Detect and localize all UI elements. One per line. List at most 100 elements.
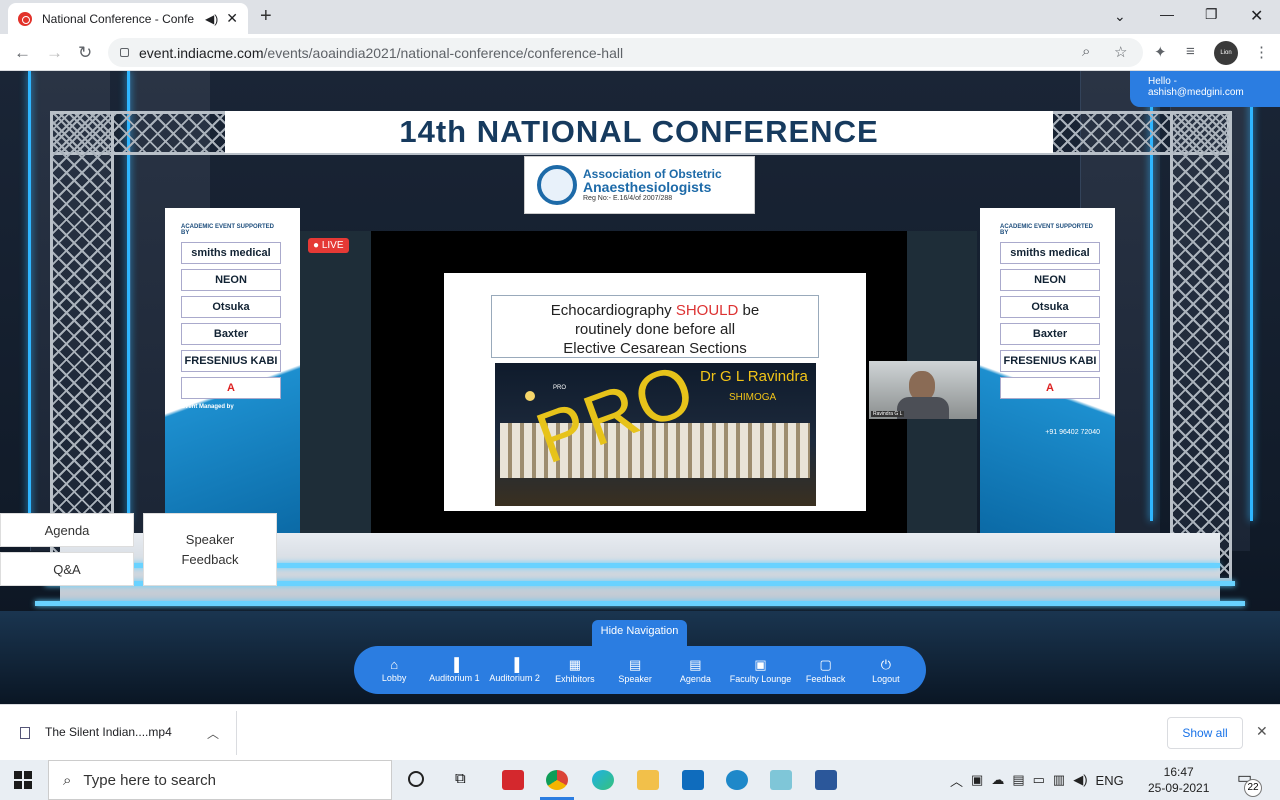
user-email: ashish@medgini.com [1148,87,1244,98]
sponsor-neon: NEON [1000,269,1100,291]
agenda-button[interactable]: Agenda [0,513,134,547]
zoom-icon[interactable]: ⌕ [1082,43,1090,60]
sponsor-baxter: Baxter [1000,323,1100,345]
search-icon: ⌕ [63,771,72,789]
onedrive-icon[interactable]: ☁ [991,772,1004,788]
tab-title: National Conference - Confe [42,11,195,26]
exhibitors-icon: ▦ [568,656,582,672]
stage-screen: ● LIVE Echocardiography SHOULD be routin… [300,231,977,533]
notification-count: 22 [1244,779,1262,797]
power-icon: ⏻ [880,656,891,672]
close-tab-icon[interactable]: ✕ [226,10,238,27]
bookmark-star-icon[interactable]: ☆ [1114,43,1127,61]
taskbar-search-box[interactable]: ⌕ Type here to search [48,760,392,800]
sponsor-neon: NEON [181,269,281,291]
hide-navigation-button[interactable]: Hide Navigation [592,620,687,646]
video-player[interactable]: Echocardiography SHOULD be routinely don… [371,231,977,533]
word-icon[interactable] [815,770,837,790]
show-all-button[interactable]: Show all [1167,717,1243,749]
nav-auditorium-2[interactable]: ▐ Auditorium 2 [485,657,545,683]
nav-exhibitors[interactable]: ▦ Exhibitors [545,657,605,684]
clock-time: 16:47 [1163,765,1194,779]
sponsor-header: ACADEMIC EVENT SUPPORTED BY [1000,224,1094,236]
sponsor-otsuka: Otsuka [181,296,281,318]
menu-icon[interactable]: ⋮ [1254,43,1269,61]
clock[interactable]: 16:47 25-09-2021 [1148,764,1209,796]
file-icon [20,726,30,739]
nav-label: Lobby [381,673,407,683]
download-item[interactable]: The Silent Indian....mp4 [20,725,172,739]
reload-icon[interactable]: ↻ [78,43,92,63]
tray-app-icon[interactable]: ▤ [1012,772,1024,788]
nav-label: Logout [872,673,900,684]
extensions-icon[interactable]: ✦ [1154,43,1167,61]
new-tab-button[interactable]: + [260,5,272,28]
edge-icon[interactable] [592,770,614,790]
nav-label: Agenda [679,673,711,684]
nav-speaker[interactable]: ▤ Speaker [605,657,665,684]
nav-label: Auditorium 1 [429,673,480,683]
close-icon[interactable]: ✕ [1256,723,1268,740]
auditorium-icon: ▐ [510,657,520,672]
nav-logout[interactable]: ⏻ Logout [856,657,916,684]
slide-line2: routinely done before all [574,321,736,338]
reading-list-icon[interactable]: ≡ [1186,43,1195,60]
light-strip [28,71,31,521]
task-view-icon[interactable]: ⧉ [455,770,466,787]
system-tray: ︿ ▣ ☁ ▤ ▭ ▥ ◀) ENG [950,760,1124,800]
volume-icon[interactable]: ◀) [1073,772,1087,788]
stage-step-light [35,601,1245,606]
speaker-feedback-button[interactable]: Speaker Feedback [143,513,277,586]
cortana-icon[interactable] [408,771,424,787]
app-icon[interactable] [770,770,792,790]
close-window-icon[interactable]: ✕ [1250,6,1263,26]
back-icon[interactable]: ← [14,43,31,63]
nav-auditorium-1[interactable]: ▐ Auditorium 1 [424,657,484,683]
document-icon: ▤ [689,656,702,672]
tray-app-icon[interactable]: ▣ [971,772,983,788]
minimize-icon[interactable]: — [1160,6,1174,22]
nav-faculty-lounge[interactable]: ▣ Faculty Lounge [726,657,796,684]
language-indicator[interactable]: ENG [1096,773,1124,788]
browser-tab[interactable]: National Conference - Confe ◀) ✕ [8,3,248,34]
divider [236,711,237,755]
app-icon[interactable] [726,770,748,790]
profile-avatar[interactable]: Lion Truth [1214,41,1238,80]
maximize-icon[interactable]: ❐ [1205,6,1218,23]
nav-label: Speaker [618,673,652,684]
battery-icon[interactable]: ▭ [1033,772,1045,788]
file-explorer-icon[interactable] [637,770,659,790]
stage-truss-right [1170,111,1232,581]
sponsor-fresenius: FRESENIUS KABI [181,350,281,372]
speaker-icon[interactable]: ◀) [205,12,218,26]
sponsor-smiths: smiths medical [181,242,281,264]
speaker-feedback-line2: Feedback [181,551,239,567]
site-favicon-icon [18,11,32,26]
outlook-icon[interactable] [682,770,704,790]
light-strip [1250,71,1253,521]
network-icon[interactable]: ▥ [1053,772,1065,788]
managed-by: Event Managed by [181,404,234,410]
qa-button[interactable]: Q&A [0,552,134,586]
nav-lobby[interactable]: ⌂ Lobby [364,657,424,683]
bottom-navigation: ⌂ Lobby ▐ Auditorium 1 ▐ Auditorium 2 ▦ Exhi… [354,646,926,694]
forward-icon[interactable]: → [46,43,63,63]
user-greeting[interactable]: Hello - ashish@medgini.com [1130,71,1280,107]
chevron-up-icon[interactable]: ︿ [950,771,963,790]
nav-feedback[interactable]: ▢ Feedback [795,657,855,684]
chrome-icon[interactable] [546,770,568,790]
sponsor-smiths: smiths medical [1000,242,1100,264]
tab-search-icon[interactable]: ⌄ [1114,8,1126,25]
download-bar: The Silent Indian....mp4 ︿ Show all ✕ [0,704,1280,760]
url-path: /events/aoaindia2021/national-conference… [263,44,624,61]
windows-start-icon[interactable] [14,771,32,789]
nav-agenda[interactable]: ▤ Agenda [665,657,725,684]
url-field[interactable]: event.indiacme.com/events/aoaindia2021/n… [108,38,1143,67]
nav-label: Faculty Lounge [729,673,792,684]
chevron-up-icon[interactable]: ︿ [207,725,219,742]
conference-banner: 14th NATIONAL CONFERENCE [225,111,1053,153]
feedback-icon: ▢ [819,656,832,672]
nav-label: Feedback [805,673,846,684]
sponsor-a: A [181,377,281,399]
acrobat-icon[interactable] [502,770,524,790]
